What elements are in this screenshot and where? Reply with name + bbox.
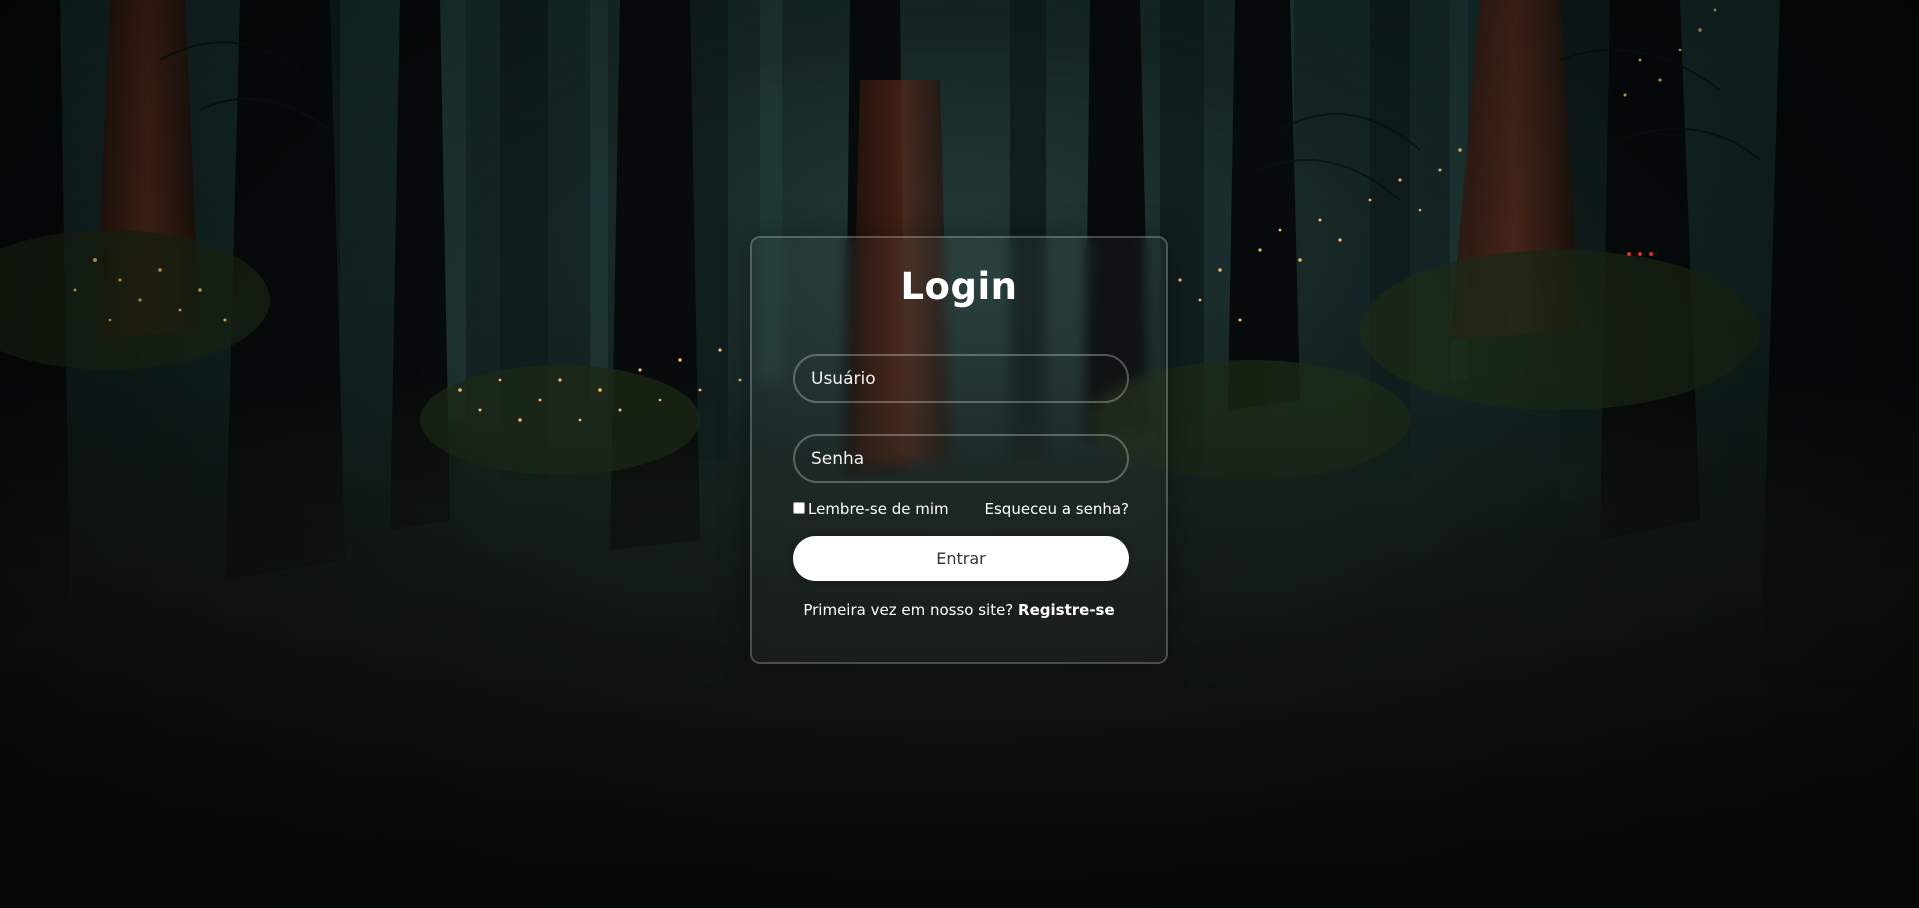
login-title: Login [900, 265, 1018, 308]
remember-me[interactable]: Lembre-se de mim [793, 500, 949, 518]
remember-me-checkbox[interactable] [793, 502, 805, 514]
register-prompt: Primeira vez em nosso site? Registre-se [752, 601, 1166, 619]
username-field-wrapper [793, 354, 1129, 403]
form-options-row: Lembre-se de mim Esqueceu a senha? [793, 499, 1129, 519]
password-input[interactable] [795, 436, 1127, 481]
login-form: Login Lembre-se de mim Esqueceu a senha?… [750, 236, 1168, 664]
register-prompt-text: Primeira vez em nosso site? [803, 601, 1014, 619]
login-button[interactable]: Entrar [793, 536, 1129, 581]
register-link[interactable]: Registre-se [1018, 601, 1115, 619]
forgot-password-link[interactable]: Esqueceu a senha? [985, 500, 1129, 518]
password-field-wrapper [793, 434, 1129, 483]
remember-me-label: Lembre-se de mim [808, 500, 949, 518]
background-scene: Login Lembre-se de mim Esqueceu a senha?… [0, 0, 1919, 908]
username-input[interactable] [795, 356, 1127, 401]
